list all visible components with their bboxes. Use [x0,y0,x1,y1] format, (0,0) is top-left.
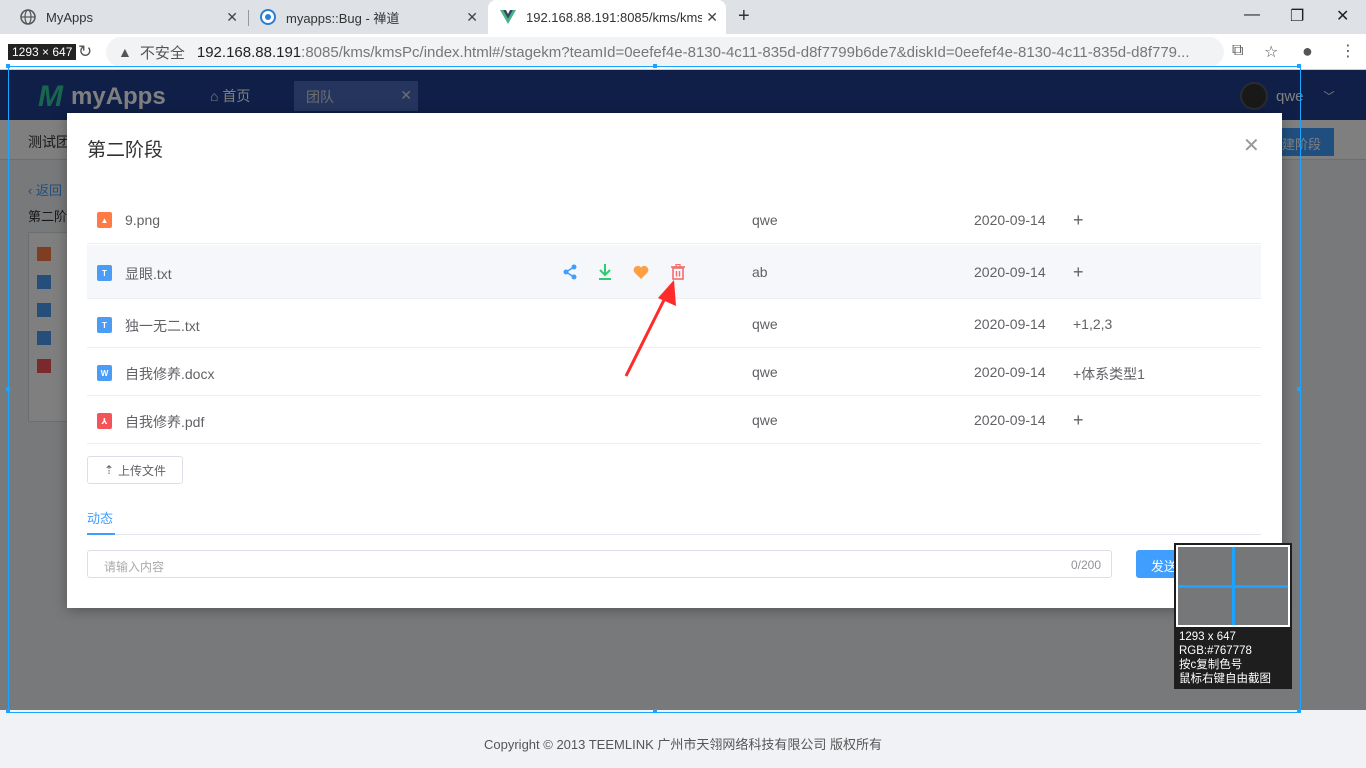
file-date: 2020-09-14 [974,264,1046,280]
file-date: 2020-09-14 [974,212,1046,228]
magnifier-view [1176,545,1290,627]
magnifier-hint-copy: 按c复制色号 [1179,659,1243,671]
restore-icon[interactable]: ❐ [1290,6,1304,26]
url-host: 192.168.88.191 [196,43,302,61]
file-owner: ab [752,264,768,280]
delete-icon[interactable] [669,263,687,281]
txt-file-icon: T [97,317,112,333]
close-icon[interactable]: ✕ [466,9,478,26]
profile-icon[interactable]: ● [1302,41,1313,62]
file-tag[interactable]: + [1073,210,1084,231]
tab-title: 192.168.88.191:8085/kms/kms [526,9,702,25]
url-path: :8085/kms/kmsPc/index.html#/stagekm?team… [301,43,1190,61]
upload-icon: ⇡ [103,463,115,477]
comment-count: 0/200 [1070,558,1101,572]
star-icon[interactable]: ☆ [1264,42,1278,62]
tab-title: MyApps [46,9,93,25]
browser-tab-kms[interactable]: 192.168.88.191:8085/kms/kms ✕ [488,0,726,34]
insecure-label: 不安全 [139,44,185,62]
file-date: 2020-09-14 [974,412,1046,428]
dialog-title: 第二阶段 [87,140,164,161]
favorite-icon[interactable] [632,263,650,281]
magnifier-hint-rightclick: 鼠标右键自由截图 [1179,673,1271,685]
footer-copyright: Copyright © 2013 TEEMLINK 广州市天翎网络科技有限公司 … [484,737,882,752]
comment-input[interactable]: 请输入内容 0/200 [87,550,1112,578]
close-icon[interactable]: ✕ [706,9,718,26]
file-date: 2020-09-14 [974,316,1046,332]
magnifier-rgb: RGB:#767778 [1179,645,1252,657]
vue-icon [500,9,516,25]
tab-divider [87,534,1261,535]
pdf-file-icon: ⅄ [97,413,112,429]
file-owner: qwe [752,412,778,428]
tab-active-indicator [87,533,115,535]
reload-icon[interactable]: ↻ [78,42,92,62]
browser-tab-myapps[interactable]: MyApps ✕ [8,0,246,34]
screenshot-magnifier: 1293 x 647 RGB:#767778 按c复制色号 鼠标右键自由截图 [1174,543,1292,689]
minimize-icon[interactable]: — [1244,6,1260,24]
tab-title: myapps::Bug - 禅道 [286,10,400,26]
file-owner: qwe [752,364,778,380]
file-tag[interactable]: + [1073,262,1084,283]
file-row[interactable]: ⅄ 自我修养.pdf qwe 2020-09-14 + [87,396,1261,444]
globe-icon [20,9,36,25]
docx-file-icon: W [97,365,112,381]
close-icon[interactable]: ✕ [1243,133,1260,158]
download-icon[interactable] [596,263,614,281]
share-icon[interactable] [561,263,579,281]
txt-file-icon: T [97,265,112,281]
file-name[interactable]: 9.png [125,212,160,228]
close-window-icon[interactable]: ✕ [1336,6,1349,26]
warning-icon: ▲ [118,44,132,60]
file-owner: qwe [752,316,778,332]
comment-placeholder: 请输入内容 [104,560,165,574]
upload-label: 上传文件 [118,463,167,478]
close-icon[interactable]: ✕ [226,9,238,26]
image-file-icon: ▲ [97,212,112,228]
browser-tabbar: MyApps ✕ myapps::Bug - 禅道 ✕ 192.168.88.1… [0,0,1366,34]
file-tag[interactable]: +体系类型1 [1073,364,1145,384]
file-name[interactable]: 自我修养.docx [125,364,214,384]
file-tag[interactable]: + [1073,410,1084,431]
crosshair-vertical [1232,547,1235,625]
new-tab-button[interactable]: + [738,5,750,28]
file-tag[interactable]: +1,2,3 [1073,316,1112,332]
url-field[interactable]: ▲ 不安全 192.168.88.191:8085/kms/kmsPc/inde… [106,37,1224,67]
menu-icon[interactable]: ⋮ [1340,41,1356,61]
dimension-label: 1293 × 647 [8,44,77,60]
file-name[interactable]: 显眼.txt [125,264,172,284]
file-row[interactable]: ▲ 9.png qwe 2020-09-14 + [87,196,1261,244]
translate-icon[interactable]: ⧉ [1232,42,1243,60]
zentao-icon [260,9,276,25]
tab-activity[interactable]: 动态 [87,508,113,527]
magnifier-size: 1293 x 647 [1179,631,1236,643]
upload-file-button[interactable]: ⇡ 上传文件 [87,456,183,484]
file-name[interactable]: 自我修养.pdf [125,412,204,432]
browser-address-bar: ▲ 不安全 192.168.88.191:8085/kms/kmsPc/inde… [0,34,1366,70]
file-owner: qwe [752,212,778,228]
annotation-arrow [624,280,676,377]
file-name[interactable]: 独一无二.txt [125,316,200,336]
browser-tab-zentao[interactable]: myapps::Bug - 禅道 ✕ [248,0,486,34]
magnifier-info: 1293 x 647 RGB:#767778 按c复制色号 鼠标右键自由截图 [1179,630,1271,686]
file-date: 2020-09-14 [974,364,1046,380]
